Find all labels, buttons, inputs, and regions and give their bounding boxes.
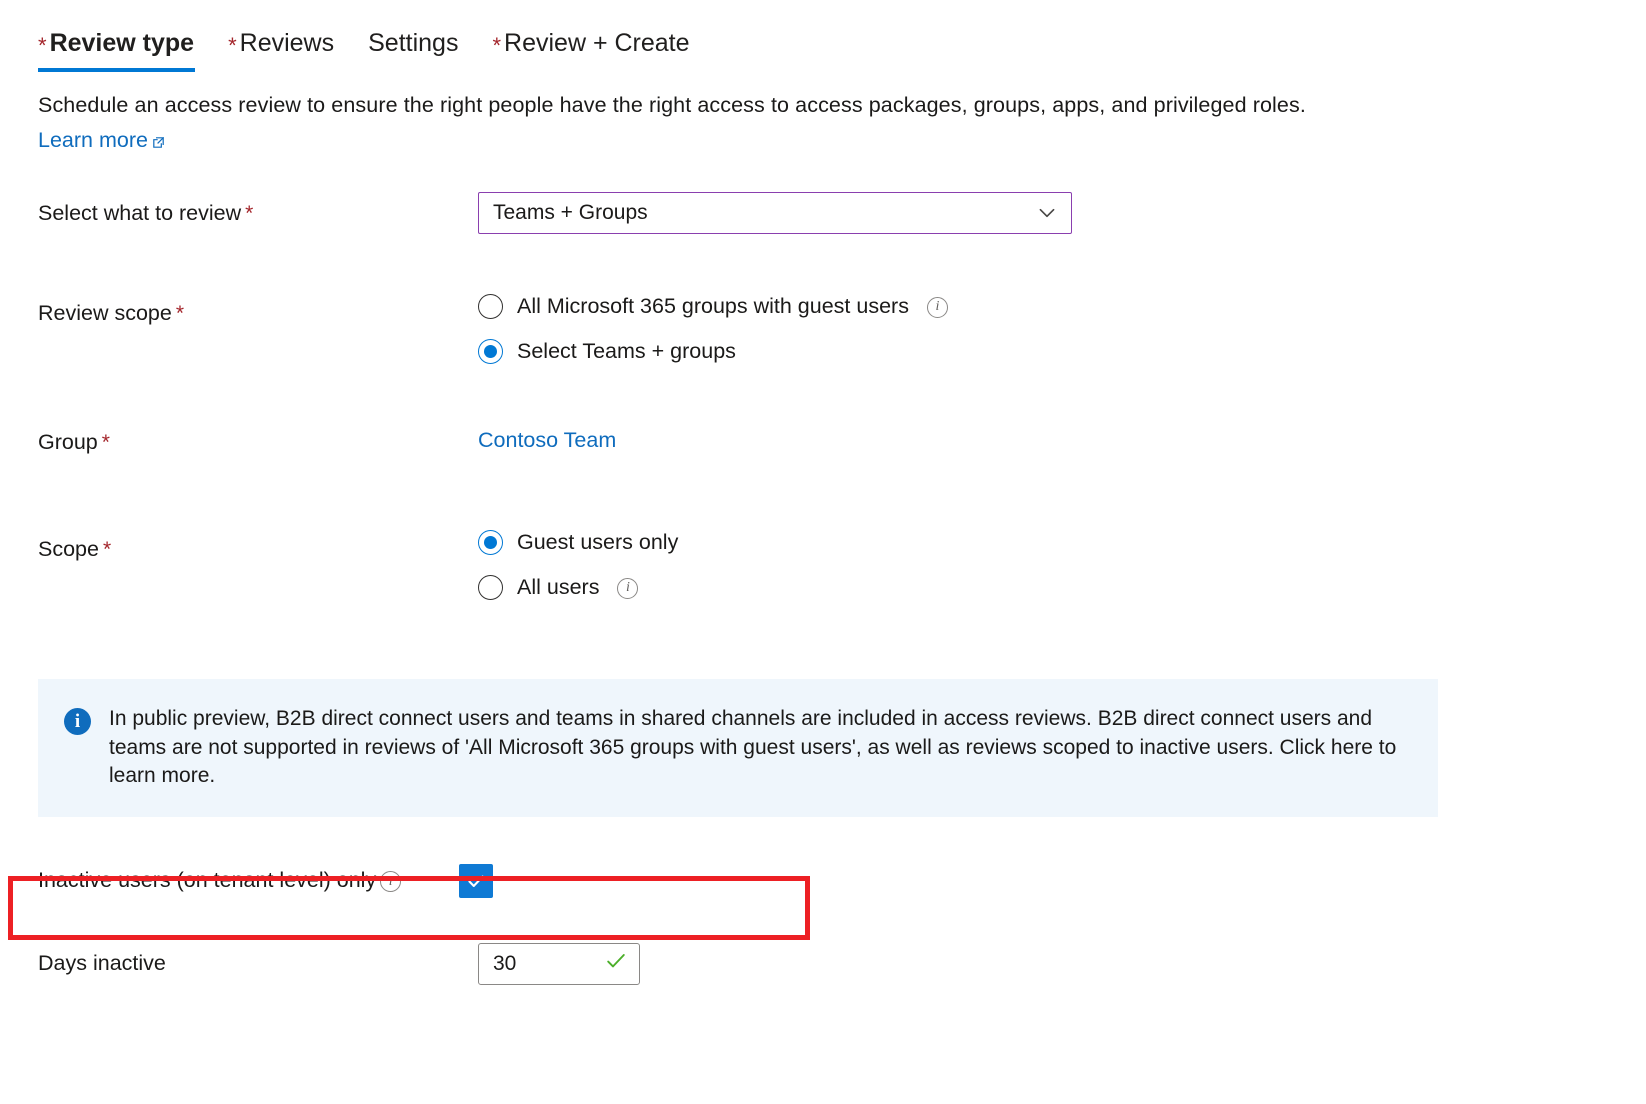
required-asterisk: * xyxy=(103,538,111,561)
radio-circle[interactable] xyxy=(478,530,503,555)
checkmark-icon xyxy=(465,870,487,892)
radio-label: Select Teams + groups xyxy=(517,337,736,365)
field-row-review-scope: Review scope* All Microsoft 365 groups w… xyxy=(38,292,1646,365)
scope-radio-group: Guest users only All users i xyxy=(478,528,1646,601)
days-inactive-label: Days inactive xyxy=(38,951,478,976)
radio-circle[interactable] xyxy=(478,339,503,364)
required-asterisk: * xyxy=(102,431,110,454)
radio-label: All users xyxy=(517,573,599,601)
required-asterisk: * xyxy=(245,202,253,225)
info-icon[interactable]: i xyxy=(380,871,401,892)
select-what-to-review-value: Teams + Groups xyxy=(493,201,648,225)
tab-review-create[interactable]: * Review + Create xyxy=(475,28,706,72)
info-icon[interactable]: i xyxy=(927,297,948,318)
days-inactive-value: 30 xyxy=(493,952,516,976)
field-row-group: Group* Contoso Team xyxy=(38,421,1646,458)
review-type-form: Select what to review* Teams + Groups Re… xyxy=(0,192,1646,601)
review-scope-label: Review scope* xyxy=(38,292,478,329)
scope-label: Scope* xyxy=(38,528,478,565)
radio-circle[interactable] xyxy=(478,575,503,600)
tab-settings[interactable]: Settings xyxy=(351,28,475,72)
group-value-link[interactable]: Contoso Team xyxy=(478,428,616,452)
select-what-to-review-dropdown[interactable]: Teams + Groups xyxy=(478,192,1072,234)
radio-all-users[interactable]: All users i xyxy=(478,573,1646,601)
select-what-to-review-label: Select what to review* xyxy=(38,192,478,229)
info-banner-wrapper: i In public preview, B2B direct connect … xyxy=(0,679,1646,817)
field-row-scope: Scope* Guest users only All users i xyxy=(38,528,1646,601)
required-asterisk: * xyxy=(492,35,501,57)
checkmark-icon xyxy=(604,949,628,979)
tab-selected-indicator xyxy=(38,68,195,72)
external-link-icon xyxy=(151,129,166,144)
group-label: Group* xyxy=(38,421,478,458)
tab-review-type[interactable]: * Review type xyxy=(34,28,211,72)
radio-label: All Microsoft 365 groups with guest user… xyxy=(517,292,909,320)
info-filled-icon: i xyxy=(64,708,91,735)
tab-review-type-label: Review type xyxy=(50,28,195,58)
days-inactive-input[interactable]: 30 xyxy=(478,943,640,985)
field-row-inactive-users-only: Inactive users (on tenant level) only i xyxy=(0,855,1646,907)
info-icon[interactable]: i xyxy=(617,578,638,599)
field-row-days-inactive: Days inactive 30 xyxy=(0,943,1646,985)
radio-guest-users-only[interactable]: Guest users only xyxy=(478,528,1646,556)
field-row-select-what-to-review: Select what to review* Teams + Groups xyxy=(38,192,1646,234)
page-description: Schedule an access review to ensure the … xyxy=(0,72,1646,154)
required-asterisk: * xyxy=(38,35,47,57)
wizard-tab-strip: * Review type * Reviews Settings * Revie… xyxy=(0,0,1646,72)
inactive-users-only-label: Inactive users (on tenant level) only i xyxy=(38,868,401,893)
chevron-down-icon xyxy=(1034,200,1060,226)
required-asterisk: * xyxy=(176,302,184,325)
tab-reviews-label: Reviews xyxy=(240,28,334,58)
radio-circle[interactable] xyxy=(478,294,503,319)
inactive-users-only-checkbox[interactable] xyxy=(459,864,493,898)
learn-more-link[interactable]: Learn more xyxy=(38,126,166,154)
review-scope-radio-group: All Microsoft 365 groups with guest user… xyxy=(478,292,1646,365)
tab-reviews[interactable]: * Reviews xyxy=(211,28,351,72)
radio-all-m365-groups-with-guest-users[interactable]: All Microsoft 365 groups with guest user… xyxy=(478,292,1646,320)
radio-select-teams-and-groups[interactable]: Select Teams + groups xyxy=(478,337,1646,365)
info-banner-text: In public preview, B2B direct connect us… xyxy=(109,705,1412,791)
required-asterisk: * xyxy=(228,35,237,57)
learn-more-label: Learn more xyxy=(38,126,148,154)
radio-label: Guest users only xyxy=(517,528,678,556)
description-text: Schedule an access review to ensure the … xyxy=(38,90,1646,120)
public-preview-info-banner: i In public preview, B2B direct connect … xyxy=(38,679,1438,817)
tab-review-create-label: Review + Create xyxy=(504,28,690,58)
tab-settings-label: Settings xyxy=(368,28,458,58)
